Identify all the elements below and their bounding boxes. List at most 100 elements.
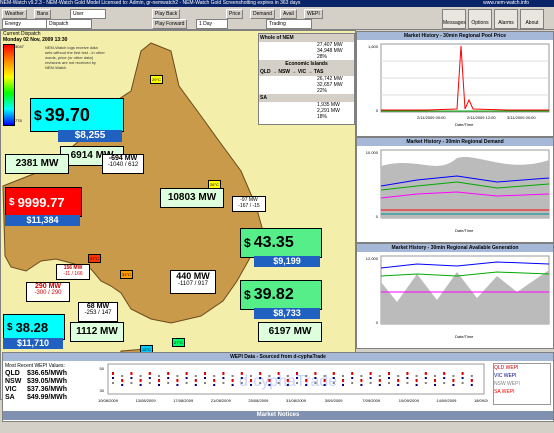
murraylink-value: 290 MW — [34, 283, 62, 290]
wepi-point — [378, 375, 381, 377]
qld-price: 39.70 — [44, 104, 90, 125]
price-ytick-top: 1,600 — [368, 44, 379, 49]
nsw-price-box[interactable]: $43.35 — [240, 228, 322, 258]
wepi-point — [204, 373, 206, 375]
messages-button[interactable]: Messages — [442, 9, 466, 29]
station-4[interactable]: 37°C — [88, 254, 101, 263]
station-2[interactable]: 26°C — [208, 180, 221, 189]
wepi-point — [250, 380, 252, 382]
wepi-point — [378, 384, 381, 386]
options-button[interactable]: Options — [468, 9, 492, 29]
wepi-point — [167, 382, 170, 384]
wepi-point — [388, 377, 390, 379]
price-chart: 1,600 0 2/11/2009 00:00 2/11/2009 12:00 … — [368, 43, 550, 127]
wepi-values: QLD $36.65/MWh NSW $39.05/MWh VIC $37.36/MW… — [5, 370, 67, 402]
wepi-vic-label: VIC — [5, 386, 17, 393]
wepi-point — [277, 377, 280, 379]
bans-toggle[interactable]: Bans — [34, 9, 52, 19]
dispatch-select[interactable]: Dispatch — [46, 19, 92, 29]
basslink-flow[interactable]: 68 MW -253 / 147 — [78, 302, 118, 322]
play-back-button[interactable]: Play Back — [152, 9, 181, 19]
summary-panel: Whole of NEM 27,407 MW 34,948 MW 28% Eco… — [258, 33, 355, 125]
wepi-point — [351, 373, 354, 375]
wepi-point — [332, 373, 335, 375]
station-6[interactable]: 27°C — [172, 338, 185, 347]
sa-price-box[interactable]: $9999.77 — [5, 187, 82, 217]
wepi-point — [332, 382, 335, 384]
energy-select[interactable]: Energy — [2, 19, 48, 29]
wepi-point — [112, 373, 114, 375]
vic-nsw-flow[interactable]: 440 MW -1107 / 917 — [170, 270, 216, 294]
avail-ytick-bottom: 0 — [376, 320, 379, 325]
demand-toggle[interactable]: Demand — [250, 9, 275, 19]
vic-price-box[interactable]: $39.82 — [240, 280, 322, 310]
sa-vic-flow-limits: -11 / 166 — [63, 271, 83, 277]
wepi-ytick-top: 50 — [100, 366, 105, 371]
price-chart-title: Market History - 30min Regional Pool Pri… — [357, 32, 553, 40]
wepi-point — [204, 382, 206, 384]
vic-demand-mw: 6197 MW — [258, 322, 322, 342]
station-1[interactable]: 29°C — [150, 75, 163, 84]
demand-chart-panel: Market History - 30min Regional Demand 1… — [356, 137, 554, 243]
wepi-point — [240, 373, 243, 375]
weather-toggle[interactable]: Weather — [2, 9, 27, 19]
market-notices-bar[interactable]: Market Notices — [3, 411, 553, 420]
wepi-point — [461, 382, 464, 384]
wepi-xtick: 18/09/2009 — [474, 398, 488, 403]
wepi-point — [342, 375, 344, 377]
directlink-flow[interactable]: -97 MW -167 / -15 — [232, 196, 266, 212]
qld-sub-value: $8,255 — [58, 130, 122, 142]
wepi-point — [415, 380, 418, 382]
avail-xlabel: Date/Time — [455, 334, 474, 339]
wepi-point — [369, 373, 372, 375]
wepi-xtick: 7/09/2009 — [362, 398, 381, 403]
wepi-point — [424, 377, 427, 379]
wepi-xtick: 14/09/2009 — [436, 398, 457, 403]
sa-vic-flow[interactable]: 156 MW -11 / 166 — [56, 264, 90, 280]
wepi-point — [424, 382, 427, 384]
wepi-point — [222, 377, 225, 379]
wepi-point — [351, 377, 354, 379]
wepi-point — [250, 375, 252, 377]
murraylink-flow[interactable]: 290 MW -300 / 290 — [26, 282, 70, 302]
demand-chart: 10,000 0 Date/Time — [366, 149, 550, 233]
wepi-point — [286, 384, 289, 386]
wepi-point — [342, 380, 344, 382]
wepi-point — [286, 375, 289, 377]
wepi-point — [231, 375, 234, 377]
alarms-button[interactable]: Alarms — [494, 9, 518, 29]
wepi-point — [121, 380, 124, 382]
wepi-point — [158, 375, 160, 377]
wepi-toggle[interactable]: WEPI — [304, 9, 323, 19]
avail-toggle[interactable]: Avail — [280, 9, 297, 19]
wepi-point — [185, 373, 188, 375]
wepi-point — [185, 382, 188, 384]
user-select[interactable]: User — [70, 9, 106, 19]
qni-flow[interactable]: -694 MW -1040 / 612 — [102, 154, 144, 174]
wepi-point — [148, 382, 151, 384]
wepi-point — [406, 382, 409, 384]
wepi-point — [461, 373, 464, 375]
price-toggle[interactable]: Price — [226, 9, 244, 19]
wepi-legend: QLD WEPI VIC WEPI NSW WEPI SA WEPI — [493, 363, 551, 405]
wepi-legend-vic: VIC WEPI — [494, 373, 517, 379]
about-button[interactable]: About — [520, 9, 544, 29]
wepi-point — [406, 377, 409, 379]
station-3[interactable]: 31°C — [120, 270, 133, 279]
wepi-point — [305, 375, 308, 377]
wepi-point — [240, 382, 243, 384]
wepi-point — [470, 380, 473, 382]
play-forward-button[interactable]: Play Forward — [152, 19, 188, 29]
tas-sub-value: $11,710 — [3, 338, 63, 349]
wepi-xtick: 17/08/2009 — [173, 398, 194, 403]
wepi-point — [434, 375, 436, 377]
interval-select[interactable]: 1 Day — [196, 19, 228, 29]
wepi-point — [369, 377, 372, 379]
vic-sub-value: $8,733 — [254, 308, 320, 319]
tas-price-box[interactable]: $38.28 — [3, 314, 65, 340]
demand-xlabel: Date/Time — [455, 228, 474, 233]
trading-select[interactable]: Trading — [266, 19, 312, 29]
wepi-point — [213, 380, 216, 382]
summary-whole-header: Whole of NEM — [259, 34, 354, 42]
qld-price-box[interactable]: $39.70 — [30, 98, 124, 132]
